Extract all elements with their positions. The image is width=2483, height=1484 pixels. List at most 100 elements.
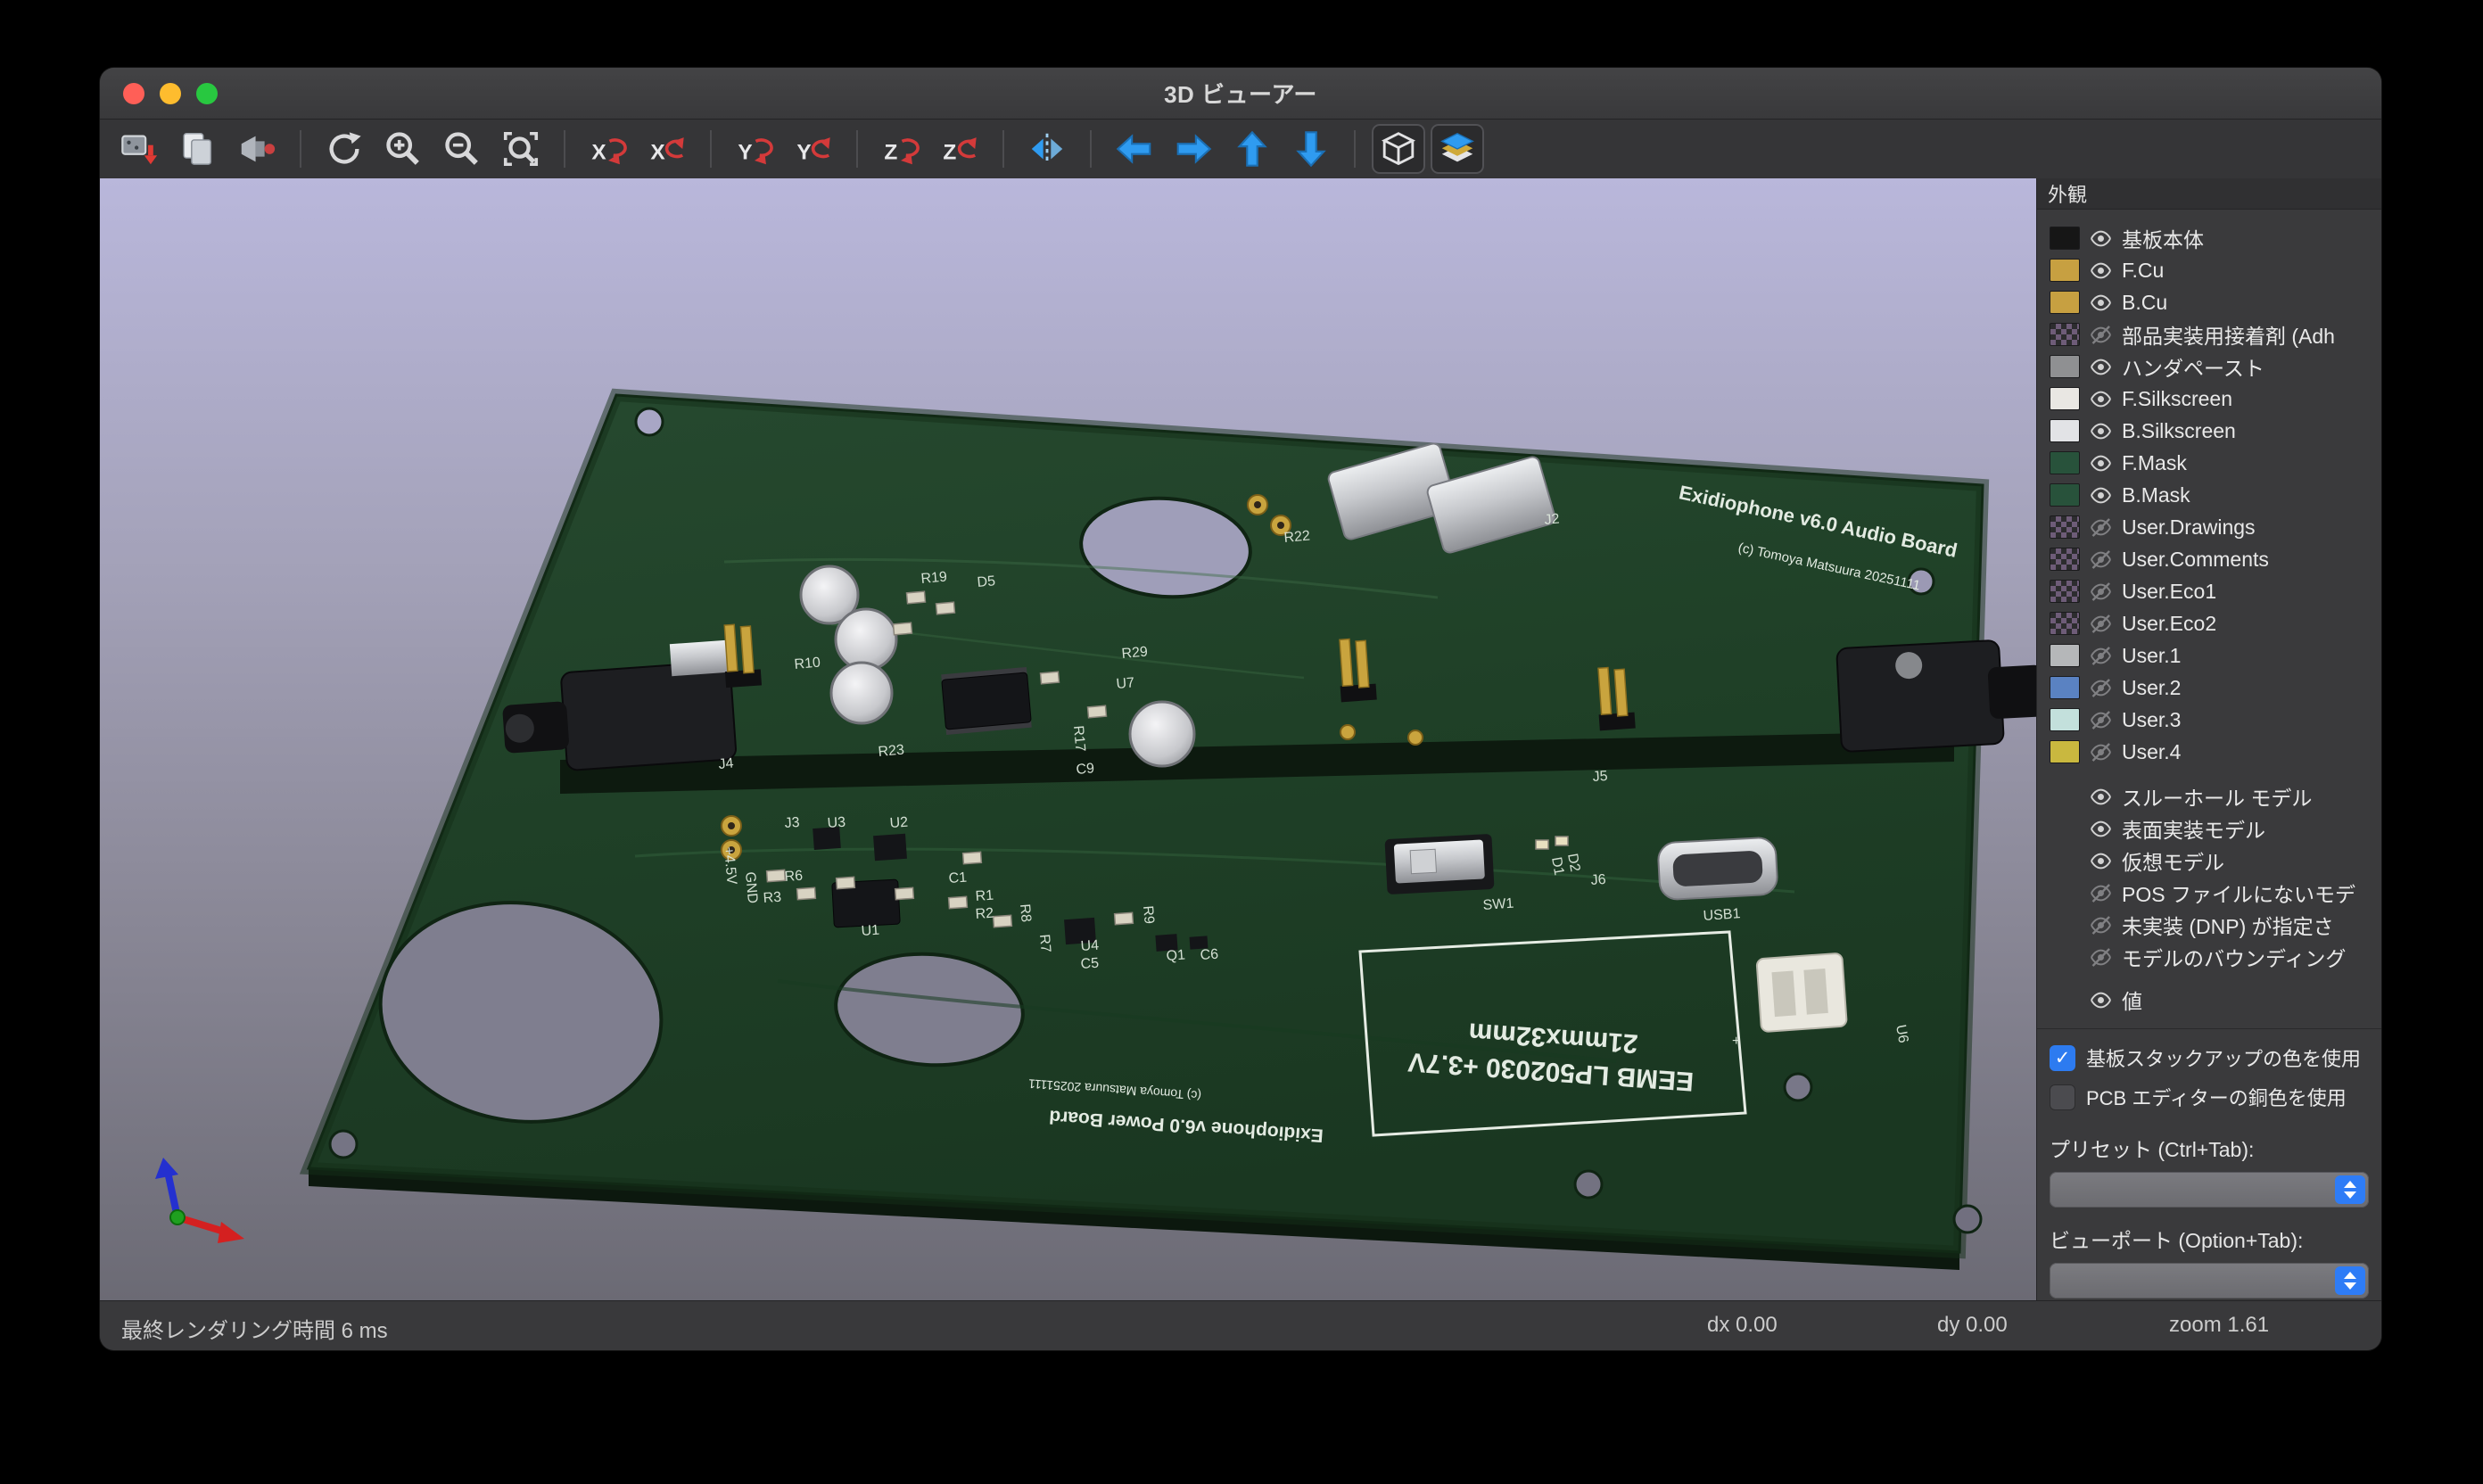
visibility-on-eye-icon[interactable]: [2089, 849, 2113, 873]
visibility-off-eye-icon[interactable]: [2089, 740, 2113, 764]
visibility-on-eye-icon[interactable]: [2089, 483, 2113, 507]
layer-row[interactable]: F.Cu: [2037, 254, 2381, 286]
visibility-on-eye-icon[interactable]: [2089, 817, 2113, 841]
layer-row[interactable]: モデルのバウンディング: [2037, 941, 2381, 973]
layer-color-swatch[interactable]: [2050, 612, 2080, 635]
refresh-view-button[interactable]: [318, 124, 371, 174]
3d-viewport[interactable]: Exidiophone v6.0 Audio Board (c) Tomoya …: [100, 178, 2036, 1301]
stepper-icon[interactable]: [2335, 1175, 2365, 1204]
visibility-off-eye-icon[interactable]: [2089, 913, 2113, 937]
visibility-on-eye-icon[interactable]: [2089, 355, 2113, 379]
visibility-off-eye-icon[interactable]: [2089, 515, 2113, 540]
color-option-checkbox[interactable]: [2050, 1045, 2075, 1071]
zoom-in-button[interactable]: [376, 124, 430, 174]
visibility-on-eye-icon[interactable]: [2089, 419, 2113, 443]
layer-color-swatch[interactable]: [2050, 451, 2080, 474]
layer-row[interactable]: F.Silkscreen: [2037, 383, 2381, 415]
visibility-on-eye-icon[interactable]: [2089, 291, 2113, 315]
visibility-off-eye-icon[interactable]: [2089, 548, 2113, 572]
flip-board-button[interactable]: [1020, 124, 1074, 174]
stepper-icon[interactable]: [2335, 1266, 2365, 1295]
minimize-button[interactable]: [160, 83, 181, 104]
visibility-on-eye-icon[interactable]: [2089, 988, 2113, 1012]
rotate-z-ccw-button[interactable]: Z: [874, 124, 928, 174]
visibility-on-eye-icon[interactable]: [2089, 451, 2113, 475]
visibility-on-eye-icon[interactable]: [2089, 785, 2113, 809]
layer-color-swatch[interactable]: [2050, 227, 2080, 250]
layer-row[interactable]: User.Drawings: [2037, 511, 2381, 543]
layer-color-swatch[interactable]: [2050, 676, 2080, 699]
layer-row[interactable]: 表面実装モデル: [2037, 812, 2381, 845]
layer-color-swatch[interactable]: [2050, 483, 2080, 507]
layer-color-swatch[interactable]: [2050, 708, 2080, 731]
rotate-y-ccw-button[interactable]: Y: [728, 124, 781, 174]
layer-color-swatch[interactable]: [2050, 291, 2080, 314]
layer-color-swatch[interactable]: [2050, 515, 2080, 539]
layer-row[interactable]: ハンダペースト: [2037, 350, 2381, 383]
visibility-off-eye-icon[interactable]: [2089, 945, 2113, 969]
layer-row[interactable]: User.Eco2: [2037, 607, 2381, 639]
layer-row[interactable]: User.4: [2037, 736, 2381, 768]
layer-row[interactable]: B.Mask: [2037, 479, 2381, 511]
visibility-on-eye-icon[interactable]: [2089, 227, 2113, 251]
visibility-off-eye-icon[interactable]: [2089, 644, 2113, 668]
layer-color-swatch[interactable]: [2050, 580, 2080, 603]
layer-color-swatch[interactable]: [2050, 548, 2080, 571]
stackup-colors-option[interactable]: 基板スタックアップの色を使用: [2037, 1038, 2381, 1077]
visibility-on-eye-icon[interactable]: [2089, 259, 2113, 283]
component-switch-sw1: [1384, 834, 1494, 895]
layer-row[interactable]: B.Cu: [2037, 286, 2381, 318]
visibility-off-eye-icon[interactable]: [2089, 323, 2113, 347]
visibility-on-eye-icon[interactable]: [2089, 387, 2113, 411]
orthographic-projection-toggle[interactable]: [1372, 124, 1425, 174]
layer-row[interactable]: スルーホール モデル: [2037, 780, 2381, 812]
pan-up-button[interactable]: [1225, 124, 1279, 174]
color-option-checkbox[interactable]: [2050, 1084, 2075, 1110]
copy-icon: [177, 128, 219, 169]
copy-image-button[interactable]: [171, 124, 225, 174]
visibility-off-eye-icon[interactable]: [2089, 612, 2113, 636]
visibility-off-eye-icon[interactable]: [2089, 708, 2113, 732]
rotate-x-cw-button[interactable]: X: [640, 124, 694, 174]
visibility-off-eye-icon[interactable]: [2089, 881, 2113, 905]
zoom-out-button[interactable]: [435, 124, 489, 174]
layer-row[interactable]: 基板本体: [2037, 222, 2381, 254]
fullscreen-button[interactable]: [196, 83, 218, 104]
pan-left-button[interactable]: [1108, 124, 1161, 174]
layer-row[interactable]: 値: [2037, 984, 2381, 1016]
visibility-off-eye-icon[interactable]: [2089, 580, 2113, 604]
viewport-dropdown[interactable]: [2050, 1263, 2369, 1298]
layer-row[interactable]: 未実装 (DNP) が指定さ: [2037, 909, 2381, 941]
pan-down-button[interactable]: [1284, 124, 1338, 174]
layer-row[interactable]: 部品実装用接着剤 (Adh: [2037, 318, 2381, 350]
layer-color-swatch[interactable]: [2050, 355, 2080, 378]
layer-row[interactable]: User.Eco1: [2037, 575, 2381, 607]
layer-color-swatch[interactable]: [2050, 419, 2080, 442]
titlebar[interactable]: 3D ビューアー: [100, 68, 2381, 120]
appearance-panel-toggle[interactable]: [1431, 124, 1484, 174]
layer-color-swatch[interactable]: [2050, 259, 2080, 282]
layer-color-swatch[interactable]: [2050, 740, 2080, 763]
close-button[interactable]: [123, 83, 144, 104]
pan-right-button[interactable]: [1167, 124, 1220, 174]
rotate-x-ccw-button[interactable]: X: [582, 124, 635, 174]
layer-color-swatch[interactable]: [2050, 387, 2080, 410]
layer-row[interactable]: 仮想モデル: [2037, 845, 2381, 877]
rotate-z-cw-button[interactable]: Z: [933, 124, 986, 174]
layer-row[interactable]: User.3: [2037, 704, 2381, 736]
layer-row[interactable]: User.1: [2037, 639, 2381, 672]
layer-color-swatch[interactable]: [2050, 644, 2080, 667]
layer-row[interactable]: User.2: [2037, 672, 2381, 704]
raytracing-render-button[interactable]: [230, 124, 284, 174]
visibility-off-eye-icon[interactable]: [2089, 676, 2113, 700]
layer-row[interactable]: F.Mask: [2037, 447, 2381, 479]
rotate-y-cw-button[interactable]: Y: [787, 124, 840, 174]
layer-row[interactable]: User.Comments: [2037, 543, 2381, 575]
layer-row[interactable]: B.Silkscreen: [2037, 415, 2381, 447]
pcb-editor-copper-option[interactable]: PCB エディターの銅色を使用: [2037, 1077, 2381, 1117]
export-current-view-image-button[interactable]: [112, 124, 166, 174]
zoom-to-fit-button[interactable]: [494, 124, 548, 174]
layer-color-swatch[interactable]: [2050, 323, 2080, 346]
preset-dropdown[interactable]: [2050, 1172, 2369, 1208]
layer-row[interactable]: POS ファイルにないモデ: [2037, 877, 2381, 909]
